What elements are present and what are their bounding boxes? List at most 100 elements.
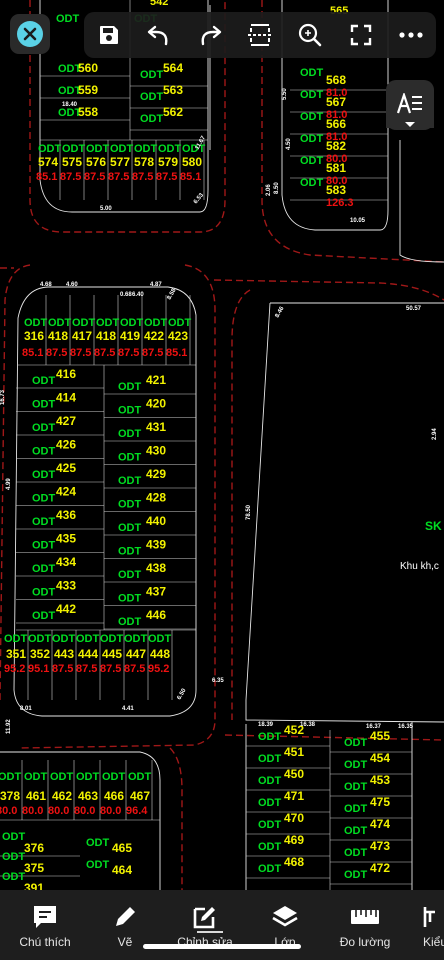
tool-style[interactable]: Kiểu: [405, 890, 444, 960]
lot-number: 453: [370, 773, 390, 787]
land-use-code: ODT: [52, 633, 76, 645]
land-use-code: ODT: [118, 428, 142, 440]
land-use-code: ODT: [38, 143, 62, 155]
lot-number: 351: [6, 647, 26, 661]
dimension-label: 4.68: [40, 282, 52, 288]
land-use-code: ODT: [258, 863, 282, 875]
land-use-code: ODT: [118, 546, 142, 558]
land-use-code: ODT: [2, 871, 26, 883]
lot-number: 448: [150, 647, 170, 661]
close-button[interactable]: [10, 14, 50, 54]
dimension-label: 16.35: [398, 724, 414, 730]
land-use-code: ODT: [118, 593, 142, 605]
lot-number: 563: [163, 83, 183, 97]
lot-number: 426: [56, 438, 76, 452]
lot-area: 87.5: [132, 171, 153, 183]
land-use-code: ODT: [48, 317, 72, 329]
lot-area: 85.1: [36, 171, 57, 183]
tool-edit[interactable]: Chỉnh sửa: [165, 890, 245, 960]
dimension-label: 4.50: [286, 138, 292, 150]
land-use-code: ODT: [258, 841, 282, 853]
lot-number: 428: [146, 491, 166, 505]
lot-number: 420: [146, 397, 166, 411]
undo-button[interactable]: [139, 15, 179, 55]
lot-number: 562: [163, 105, 183, 119]
lot-number: 435: [56, 532, 76, 546]
land-use-code: ODT: [24, 771, 48, 783]
lot-number: 438: [146, 561, 166, 575]
lot-number: 444: [78, 647, 98, 661]
dimension-label: 16.73: [0, 389, 6, 405]
land-use-code: ODT: [148, 633, 172, 645]
lot-number: 424: [56, 485, 76, 499]
lot-area: 80.0: [22, 805, 43, 817]
lot-number: 471: [284, 789, 304, 803]
dimension-label: 50.57: [406, 306, 422, 312]
lot-area: 87.5: [142, 347, 163, 359]
land-use-code: ODT: [100, 633, 124, 645]
more-button[interactable]: [391, 15, 431, 55]
zone-code: SK: [425, 519, 442, 533]
lot-number: 454: [370, 751, 390, 765]
dimension-label: 6.53: [193, 192, 206, 205]
lot-area: 87.5: [76, 663, 97, 675]
tool-measure[interactable]: Đo lường: [325, 890, 405, 960]
tool-style-label: Kiểu: [422, 935, 444, 949]
fullscreen-button[interactable]: [341, 15, 381, 55]
dimension-label: 6.50: [177, 687, 188, 701]
lot-number: 575: [62, 155, 82, 169]
lot-number: 376: [24, 841, 44, 855]
land-use-code: ODT: [96, 317, 120, 329]
lot-number: 564: [163, 61, 183, 75]
lot-area: 87.5: [156, 171, 177, 183]
land-use-code: ODT: [300, 133, 324, 145]
lot-number: 542: [150, 0, 168, 8]
text-size-icon: [396, 93, 422, 114]
redo-button[interactable]: [190, 15, 230, 55]
lot-number: 469: [284, 833, 304, 847]
save-button[interactable]: [89, 15, 129, 55]
lot-number: 418: [96, 329, 116, 343]
land-use-code: ODT: [300, 89, 324, 101]
dimension-label: 11.67: [195, 135, 208, 151]
lot-area: 96.4: [126, 805, 148, 817]
lot-area: 87.5: [70, 347, 91, 359]
dimension-label: 8.01: [20, 706, 32, 712]
land-use-code: ODT: [140, 69, 164, 81]
lot-number: 316: [24, 329, 44, 343]
tool-annotation[interactable]: Chú thích: [5, 890, 85, 960]
lot-number: 419: [120, 329, 140, 343]
zoom-button[interactable]: [290, 15, 330, 55]
lot-area: 80.0: [48, 805, 69, 817]
land-use-code: ODT: [118, 405, 142, 417]
text-size-collapse-handle[interactable]: [386, 118, 434, 130]
layers-icon: [272, 906, 298, 927]
lot-number: 462: [52, 789, 72, 803]
land-use-code: ODT: [50, 771, 74, 783]
fit-icon: [247, 24, 272, 46]
land-use-code: ODT: [128, 771, 152, 783]
land-use-code: ODT: [24, 317, 48, 329]
tool-draw[interactable]: Vẽ: [85, 890, 223, 960]
land-use-code: ODT: [72, 317, 96, 329]
lot-number: 417: [72, 329, 92, 343]
land-use-code: ODT: [32, 422, 56, 434]
lot-number: 423: [168, 329, 188, 343]
lot-number: 427: [56, 414, 76, 428]
lot-number: 559: [78, 83, 98, 97]
lot-number: 582: [326, 139, 346, 153]
land-use-code: ODT: [158, 143, 182, 155]
lot-number: 352: [30, 647, 50, 661]
land-use-code: ODT: [28, 633, 52, 645]
tool-layers[interactable]: Lớp: [245, 890, 325, 960]
lot-number: 442: [56, 602, 76, 616]
lot-number: 472: [370, 861, 390, 875]
lot-number: 474: [370, 817, 390, 831]
land-use-code: ODT: [2, 831, 26, 843]
fit-button[interactable]: [240, 15, 280, 55]
lot-area: 87.5: [46, 347, 67, 359]
land-use-code: ODT: [118, 381, 142, 393]
land-use-code: ODT: [344, 869, 368, 881]
lot-number: 461: [26, 789, 46, 803]
drawing-canvas[interactable]: 542ODTODTODT560ODT559ODT558ODT564ODT563O…: [0, 0, 444, 960]
